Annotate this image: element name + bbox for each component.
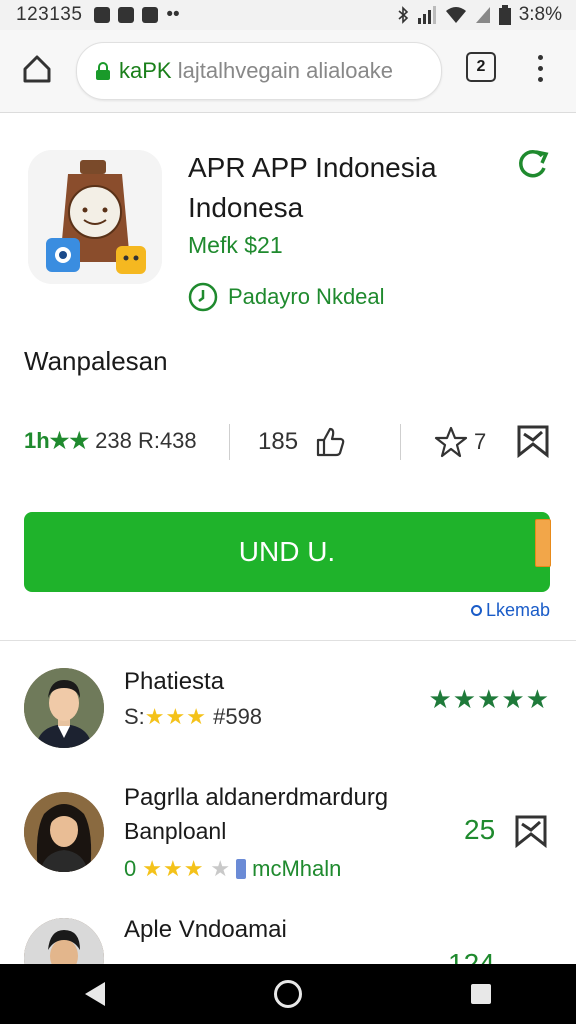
section-divider — [0, 640, 576, 641]
report-flag-icon[interactable] — [516, 424, 550, 458]
url-path: lajtalhvegain alialoake — [171, 58, 393, 83]
thumbs-up-icon — [316, 427, 345, 457]
reviewer-name: Phatiesta — [124, 668, 225, 695]
status-bar: 123135 •• 3:8% — [0, 0, 576, 30]
wifi-icon — [445, 7, 466, 23]
review-meta-prefix: 0 — [124, 856, 137, 881]
status-time: 123135 — [16, 4, 83, 25]
info-icon — [470, 605, 482, 616]
app-subtitle: Wanpalesan — [24, 346, 168, 376]
tab-switcher-button[interactable]: 2 — [466, 52, 496, 82]
media-icon — [142, 7, 159, 23]
cell-icon — [475, 7, 490, 23]
camera-icon — [118, 7, 135, 23]
star-outline-icon — [434, 426, 468, 458]
avatar — [24, 792, 104, 872]
reviewer-name: Aple Vndoamai — [124, 916, 287, 943]
review-meta: 0 ★★★ ★ mcMhaln — [124, 856, 341, 882]
avatar — [24, 918, 104, 964]
likes-stat[interactable]: 185 — [258, 426, 346, 458]
review-meta: S:★★★ #598 — [124, 704, 262, 730]
wishlist-stat[interactable]: 7 — [434, 426, 486, 458]
reviewer-name: Pagrlla aldanerdmardurg — [124, 784, 389, 811]
review-stars: ★★★ — [142, 856, 205, 881]
review-star-empty: ★ — [210, 856, 231, 881]
review-item[interactable]: Aple Vndoamai 124 — [0, 912, 576, 964]
share-icon[interactable] — [516, 148, 550, 180]
likes-count: 185 — [258, 428, 299, 455]
review-helpful-count: 25 — [464, 814, 496, 845]
clock-icon — [188, 282, 218, 312]
stats-row: 1h★★ 238 R:438 185 7 — [24, 422, 552, 462]
rating-stat: 1h★★ 238 R:438 — [24, 428, 197, 454]
system-icons: 3:8% — [397, 4, 562, 26]
divider — [229, 424, 230, 460]
phone-icon — [236, 859, 247, 879]
review-subtitle: Banploanl — [124, 818, 227, 844]
review-meta-prefix: S: — [124, 704, 145, 729]
review-meta-suffix: mcMhaln — [252, 856, 342, 881]
bluetooth-icon — [398, 6, 408, 24]
app-icon — [28, 150, 162, 284]
overflow-menu-icon[interactable] — [532, 52, 548, 88]
report-flag-icon[interactable] — [514, 814, 548, 848]
browser-toolbar: kaPK lajtalhvegain alialoake 2 — [0, 30, 576, 113]
review-meta-suffix: #598 — [213, 704, 263, 729]
seller-row[interactable]: Padayro Nkdeal — [188, 282, 385, 312]
system-nav-bar — [0, 964, 576, 1024]
avatar — [24, 668, 104, 748]
rating-value: 1h★★ — [24, 428, 90, 453]
review-helpful-count: 124 — [448, 948, 495, 964]
review-stars: ★★★ — [144, 704, 207, 729]
more-notifications-icon: •• — [166, 4, 180, 25]
notification-icons: •• — [94, 4, 180, 26]
install-button[interactable]: UND U. — [24, 512, 550, 592]
review-rating-stars: ★★★★★ — [428, 684, 550, 714]
home-icon[interactable] — [20, 52, 54, 86]
battery-level: 3:8% — [518, 4, 562, 25]
battery-icon — [498, 5, 511, 25]
recents-icon[interactable] — [471, 984, 492, 1004]
back-icon[interactable] — [84, 982, 105, 1006]
divider — [400, 424, 401, 460]
app-title: APR APP Indonesia Indonesa — [188, 152, 437, 223]
url-host: kaPK — [119, 58, 172, 83]
more-info-link[interactable]: Lkemab — [470, 600, 550, 621]
rating-count: 238 R:438 — [95, 428, 197, 453]
app-price: Mefk $21 — [188, 232, 283, 258]
install-side-tab[interactable] — [535, 519, 551, 567]
lock-icon — [96, 62, 110, 80]
url-text: kaPK lajtalhvegain alialoake — [119, 58, 393, 84]
signal-icon — [417, 6, 436, 24]
address-bar[interactable]: kaPK lajtalhvegain alialoake — [76, 42, 442, 100]
mail-icon — [94, 7, 111, 23]
home-circle-icon[interactable] — [273, 980, 302, 1008]
wishlist-count: 7 — [474, 429, 487, 454]
more-info-label: Lkemab — [485, 600, 550, 620]
seller-name: Padayro Nkdeal — [228, 284, 385, 309]
